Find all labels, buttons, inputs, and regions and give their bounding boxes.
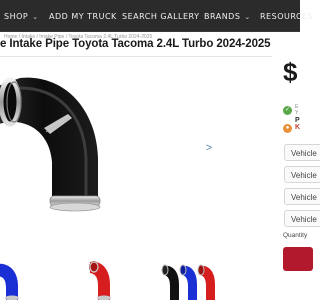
chevron-down-icon: ⌄: [244, 12, 251, 21]
stock-status-subtext: Y: [295, 110, 299, 116]
nav-shop-label: SHOP: [4, 12, 29, 21]
nav-shop[interactable]: SHOP ⌄: [4, 12, 39, 21]
nav-resources[interactable]: RESOURCES: [260, 12, 313, 21]
quantity-label: Quantity: [283, 232, 308, 239]
thumbnail-color-options[interactable]: [161, 258, 217, 300]
vehicle-option-button-3[interactable]: Vehicle: [284, 188, 320, 205]
shipping-icon: ●: [283, 124, 292, 133]
nav-add-my-truck-label: ADD MY TRUCK: [49, 12, 117, 21]
vehicle-option-button-2[interactable]: Vehicle: [284, 166, 320, 183]
nav-brands[interactable]: BRANDS ⌄: [204, 12, 251, 21]
vehicle-option-button-1[interactable]: Vehicle: [284, 144, 320, 161]
nav-add-my-truck[interactable]: ADD MY TRUCK: [49, 12, 117, 21]
vehicle-option-label: Vehicle: [291, 171, 317, 180]
nav-search-gallery[interactable]: SEARCH GALLERY: [122, 12, 199, 21]
add-to-cart-button[interactable]: [283, 247, 313, 271]
title-divider: [0, 56, 272, 57]
next-image-arrow[interactable]: >: [203, 141, 215, 155]
thumbnail-blue-elbow[interactable]: [0, 258, 24, 300]
nav-resources-label: RESOURCES: [260, 12, 314, 21]
shipping-text: K: [295, 124, 301, 131]
pickup-text: P: [295, 117, 300, 124]
nav-search-gallery-label: SEARCH GALLERY: [122, 12, 200, 21]
product-title: e Intake Pipe Toyota Tacoma 2.4L Turbo 2…: [0, 38, 271, 50]
vehicle-option-label: Vehicle: [291, 149, 317, 158]
chevron-down-icon: ⌄: [32, 12, 39, 21]
bottom-clamp-rim: [49, 202, 101, 212]
price: $: [283, 57, 298, 87]
in-stock-icon: ✓: [283, 106, 292, 115]
vehicle-option-label: Vehicle: [291, 193, 317, 202]
nav-brands-label: BRANDS: [204, 12, 241, 21]
top-navigation: SHOP ⌄ ADD MY TRUCK SEARCH GALLERY BRAND…: [0, 0, 313, 32]
product-image[interactable]: [0, 66, 205, 226]
vehicle-option-button-4[interactable]: Vehicle: [284, 210, 320, 227]
vehicle-option-label: Vehicle: [291, 215, 317, 224]
thumbnail-red-elbow[interactable]: [84, 258, 114, 300]
